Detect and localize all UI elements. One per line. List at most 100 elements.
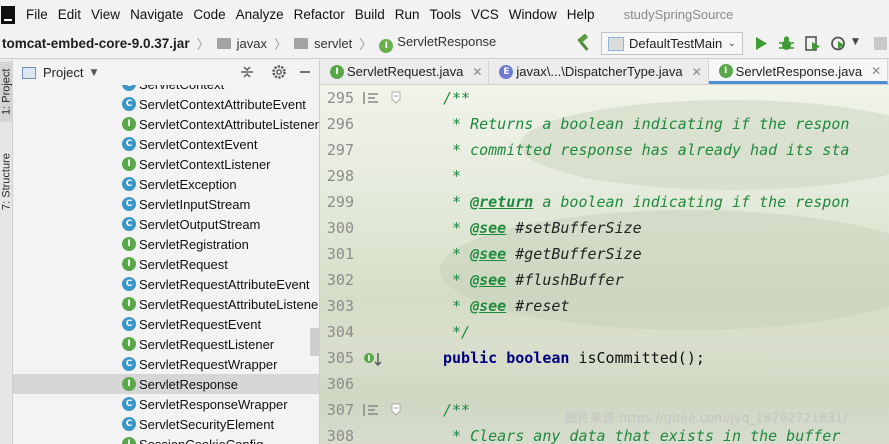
collapse-all-icon[interactable] <box>239 64 255 80</box>
class-icon: C <box>122 137 136 151</box>
project-panel-header: Project ▼ <box>13 60 319 85</box>
menu-bar: File Edit View Navigate Code Analyze Ref… <box>0 0 889 29</box>
menu-code[interactable]: Code <box>190 7 232 22</box>
tool-tab-project[interactable]: 1: Project <box>0 62 13 122</box>
interface-icon: I <box>122 117 136 131</box>
menu-edit[interactable]: Edit <box>55 7 88 22</box>
project-tree: CServletContextCServletContextAttributeE… <box>13 74 319 444</box>
tree-item[interactable]: C ServletResponseWrapper <box>13 394 319 414</box>
menu-help[interactable]: Help <box>564 7 602 22</box>
navigation-bar: tomcat-embed-core-9.0.37.jar 〉 javax 〉 s… <box>0 29 889 59</box>
menu-view[interactable]: View <box>88 7 127 22</box>
fold-icon[interactable] <box>391 91 401 105</box>
menu-window[interactable]: Window <box>506 7 564 22</box>
tree-item[interactable]: C ServletRequestEvent <box>13 314 319 334</box>
tree-item[interactable]: C ServletContextEvent <box>13 134 319 154</box>
tree-item[interactable]: C ServletException <box>13 174 319 194</box>
editor-tab-bar: I ServletRequest.java ✕ E javax\...\Disp… <box>320 60 889 85</box>
menu-file[interactable]: File <box>23 7 55 22</box>
tool-tab-structure-label: 7: Structure <box>0 153 13 211</box>
stop-icon[interactable] <box>872 35 889 52</box>
build-hammer-icon[interactable] <box>575 34 593 52</box>
breadcrumb-javax-label: javax <box>236 36 267 51</box>
line-number: 308 <box>326 427 354 444</box>
code-area[interactable]: /** * Returns a boolean indicating if th… <box>436 85 889 444</box>
tab-dispatchertype[interactable]: E javax\...\DispatcherType.java ✕ <box>489 60 709 84</box>
close-icon[interactable]: ✕ <box>692 65 702 79</box>
tool-tab-structure[interactable]: 7: Structure <box>0 142 13 222</box>
breadcrumb-servlet[interactable]: servlet <box>293 36 353 51</box>
tree-item[interactable]: I ServletContextAttributeListener <box>13 114 319 134</box>
run-with-coverage-icon[interactable] <box>804 35 821 52</box>
breadcrumb-servlet-label: servlet <box>313 36 353 51</box>
interface-icon: I <box>122 297 136 311</box>
tree-item[interactable]: C ServletContextAttributeEvent <box>13 94 319 114</box>
tree-item[interactable]: I ServletRequestListener <box>13 334 319 354</box>
tree-item-label: ServletRegistration <box>139 236 249 252</box>
folder-icon <box>293 38 308 49</box>
interface-icon: I <box>122 377 136 391</box>
tree-item-label: ServletRequestEvent <box>139 316 262 332</box>
render-doc-icon[interactable] <box>363 91 379 105</box>
code-line: /** <box>443 89 471 107</box>
tab-servletrequest[interactable]: I ServletRequest.java ✕ <box>320 60 490 84</box>
interface-icon: I <box>330 64 344 79</box>
line-number: 295 <box>326 89 354 107</box>
tree-item[interactable]: C ServletRequestWrapper <box>13 354 319 374</box>
gear-icon[interactable] <box>271 64 287 80</box>
breadcrumb-jar[interactable]: tomcat-embed-core-9.0.37.jar <box>2 36 190 51</box>
tree-item-label: ServletContextEvent <box>139 136 258 152</box>
tree-item-label: ServletRequestWrapper <box>139 356 278 372</box>
menu-build[interactable]: Build <box>352 7 392 22</box>
render-doc-icon[interactable] <box>363 403 379 417</box>
menu-analyze[interactable]: Analyze <box>233 7 291 22</box>
tab-servletresponse[interactable]: I ServletResponse.java ✕ <box>708 60 889 84</box>
debug-icon[interactable] <box>778 35 795 52</box>
code-line: * Clears any data that exists in the buf… <box>443 427 841 444</box>
tree-item[interactable]: I ServletRegistration <box>13 234 319 254</box>
chevron-down-icon[interactable]: ▼ <box>90 68 97 78</box>
class-icon: C <box>122 357 136 371</box>
tree-item-label: ServletException <box>139 176 237 192</box>
menu-vcs[interactable]: VCS <box>468 7 506 22</box>
profile-icon[interactable] <box>830 35 847 52</box>
tree-item[interactable]: I ServletContextListener <box>13 154 319 174</box>
tree-item[interactable]: I SessionCookieConfig <box>13 434 319 444</box>
tree-item[interactable]: C ServletOutputStream <box>13 214 319 234</box>
line-number: 306 <box>326 375 354 393</box>
close-icon[interactable]: ✕ <box>871 64 881 78</box>
tree-item[interactable]: I ServletRequestAttributeListener <box>13 294 319 314</box>
menu-tools[interactable]: Tools <box>427 7 469 22</box>
chevron-down-icon[interactable]: ▼ <box>852 37 859 47</box>
tree-item[interactable]: C ServletRequestAttributeEvent <box>13 274 319 294</box>
run-config-label: DefaultTestMain <box>629 36 723 51</box>
menu-run[interactable]: Run <box>392 7 427 22</box>
breadcrumb-servletresponse[interactable]: I ServletResponse <box>379 34 496 53</box>
minimize-icon[interactable] <box>297 64 313 80</box>
class-icon: C <box>122 397 136 411</box>
tree-item[interactable]: I ServletRequest <box>13 254 319 274</box>
run-icon[interactable] <box>752 35 769 52</box>
close-icon[interactable]: ✕ <box>472 65 482 79</box>
tree-item-label: ServletRequest <box>139 256 228 272</box>
project-name-title: studySpringSource <box>623 7 734 22</box>
fold-icon[interactable] <box>391 403 401 417</box>
implementations-gutter-icon[interactable]: I <box>363 351 383 367</box>
line-number: 298 <box>326 167 354 185</box>
breadcrumb-javax[interactable]: javax <box>216 36 267 51</box>
project-panel-title[interactable]: Project <box>43 65 83 80</box>
tree-item[interactable]: C ServletSecurityElement <box>13 414 319 434</box>
tree-item-label: ServletOutputStream <box>139 216 261 232</box>
code-line: * committed response has already had its… <box>443 141 850 159</box>
breadcrumb-separator: 〉 <box>196 38 210 53</box>
tree-item[interactable]: I ServletResponse <box>13 374 319 394</box>
menu-refactor[interactable]: Refactor <box>291 7 352 22</box>
tree-item-label: ServletContextAttributeEvent <box>139 96 306 112</box>
menu-navigate[interactable]: Navigate <box>127 7 190 22</box>
tree-item[interactable]: C ServletInputStream <box>13 194 319 214</box>
interface-icon: I <box>122 337 136 351</box>
intellij-logo-icon <box>1 5 15 24</box>
run-configuration-dropdown[interactable]: DefaultTestMain ⌄ <box>601 32 743 55</box>
code-line: * @see #getBufferSize <box>443 245 642 263</box>
project-panel-scrollbar[interactable] <box>310 328 319 356</box>
